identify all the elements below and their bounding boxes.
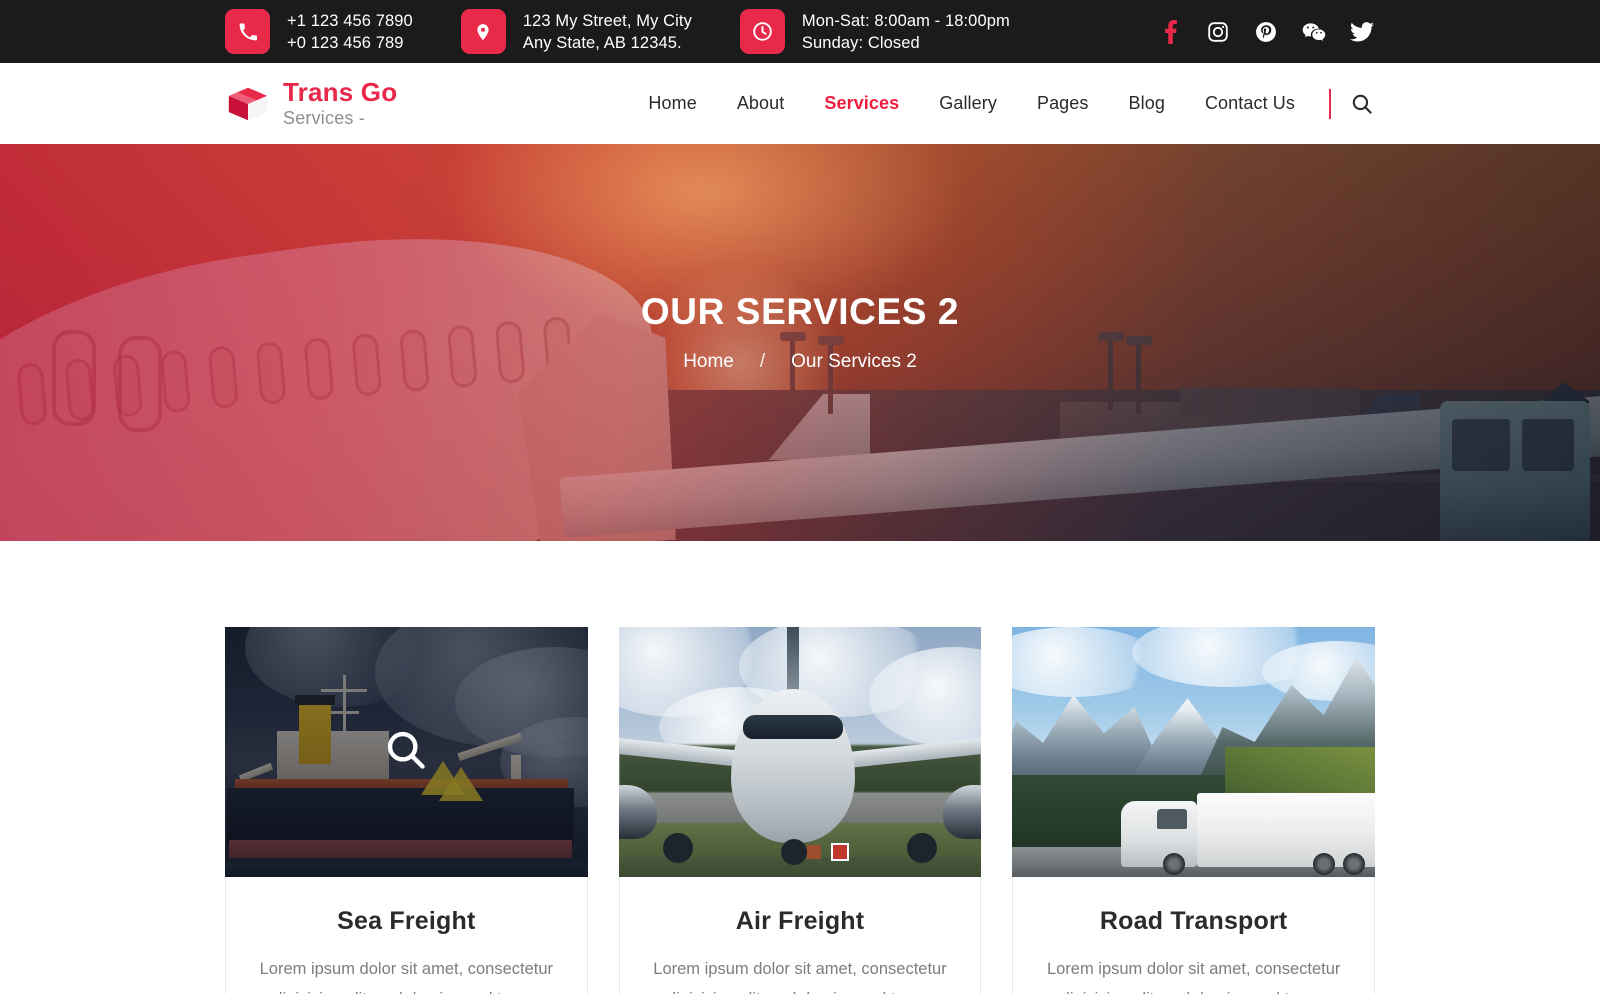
search-icon[interactable]: [1349, 91, 1375, 117]
phone-line-1: +1 123 456 7890: [287, 11, 413, 30]
service-cards: Sea Freight Lorem ipsum dolor sit amet, …: [225, 627, 1376, 994]
service-card-air-freight[interactable]: Air Freight Lorem ipsum dolor sit amet, …: [618, 627, 982, 994]
nav-item-home[interactable]: Home: [628, 93, 716, 114]
location-pin-icon: [460, 9, 506, 54]
breadcrumb-separator: /: [759, 350, 766, 372]
nav-item-about[interactable]: About: [717, 93, 805, 114]
page-title: OUR SERVICES 2: [640, 290, 960, 332]
box-cube-icon: [225, 81, 271, 127]
image-zoom-overlay[interactable]: [225, 627, 588, 877]
pinterest-icon[interactable]: [1253, 19, 1279, 45]
address-line-2: Any State, AB 12345.: [522, 33, 682, 52]
instagram-icon[interactable]: [1205, 19, 1231, 45]
service-title: Sea Freight: [337, 907, 476, 935]
service-description: Lorem ipsum dolor sit amet, consectetur …: [259, 960, 554, 994]
service-title: Air Freight: [735, 907, 865, 935]
clock-icon: [739, 9, 785, 54]
contact-phone[interactable]: +1 123 456 7890 +0 123 456 789: [225, 9, 413, 54]
service-description: Lorem ipsum dolor sit amet, consectetur …: [653, 960, 947, 994]
hours-line-1: Mon-Sat: 8:00am - 18:00pm: [801, 11, 1010, 30]
address-line-1: 123 My Street, My City: [522, 11, 692, 30]
site-header: Trans Go Services - Home About Services …: [0, 63, 1600, 144]
logo-title: Trans Go: [283, 76, 398, 107]
phone-line-2: +0 123 456 789: [287, 33, 404, 52]
contact-address[interactable]: 123 My Street, My City Any State, AB 123…: [460, 9, 692, 54]
phone-icon: [225, 9, 270, 54]
service-card-image-air-freight[interactable]: [618, 627, 982, 877]
logo[interactable]: Trans Go Services -: [225, 78, 397, 130]
facebook-icon[interactable]: [1157, 19, 1183, 45]
contact-hours[interactable]: Mon-Sat: 8:00am - 18:00pm Sunday: Closed: [739, 9, 1010, 54]
nav-item-pages[interactable]: Pages: [1017, 93, 1109, 114]
service-card-sea-freight[interactable]: Sea Freight Lorem ipsum dolor sit amet, …: [225, 627, 588, 994]
service-title: Road Transport: [1099, 907, 1288, 935]
magnifier-icon[interactable]: [384, 728, 428, 777]
wechat-icon[interactable]: [1301, 19, 1327, 45]
service-card-image-road-transport[interactable]: [1012, 627, 1376, 877]
twitter-icon[interactable]: [1349, 19, 1375, 45]
services-section: Sea Freight Lorem ipsum dolor sit amet, …: [0, 541, 1600, 994]
hours-line-2: Sunday: Closed: [801, 33, 920, 52]
nav-item-gallery[interactable]: Gallery: [919, 93, 1017, 114]
main-navigation: Home About Services Gallery Pages Blog C…: [628, 88, 1375, 119]
nav-divider: [1329, 88, 1331, 119]
service-card-road-transport[interactable]: Road Transport Lorem ipsum dolor sit ame…: [1012, 627, 1376, 994]
nav-item-blog[interactable]: Blog: [1109, 93, 1185, 114]
nav-item-contact-us[interactable]: Contact Us: [1185, 93, 1315, 114]
hero-banner: OUR SERVICES 2 Home / Our Services 2: [0, 144, 1600, 541]
service-description: Lorem ipsum dolor sit amet, consectetur …: [1046, 960, 1341, 994]
top-bar: +1 123 456 7890 +0 123 456 789 123 My St…: [0, 0, 1600, 63]
service-card-image-sea-freight[interactable]: [225, 627, 588, 877]
breadcrumb-home[interactable]: Home: [683, 351, 734, 373]
breadcrumb-current: Our Services 2: [791, 350, 917, 372]
social-links: [1157, 19, 1375, 45]
nav-item-services[interactable]: Services: [804, 93, 919, 114]
breadcrumb: Home / Our Services 2: [683, 351, 917, 373]
logo-subtitle: Services -: [283, 107, 366, 128]
